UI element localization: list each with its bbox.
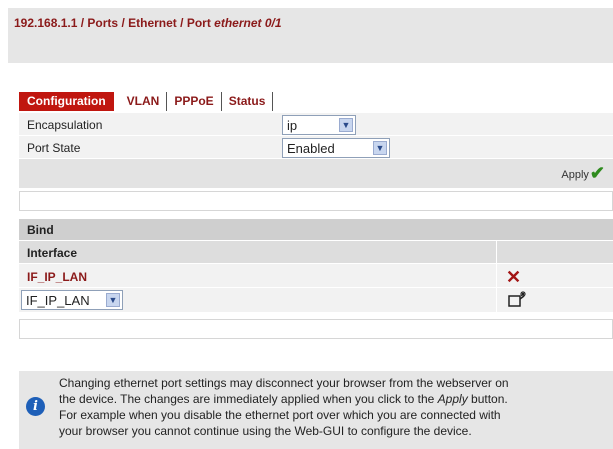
port-state-row: Port State Enabled ▼: [19, 136, 613, 159]
encapsulation-row: Encapsulation ip ▼: [19, 113, 613, 136]
table-row: IF_IP_LAN ✕: [19, 264, 613, 288]
apply-row: Apply ✔: [19, 159, 613, 189]
tab-bar: Configuration VLAN PPPoE Status: [19, 92, 274, 111]
x-icon[interactable]: ✕: [506, 267, 521, 288]
port-state-label: Port State: [27, 141, 81, 155]
breadcrumb: 192.168.1.1 / Ports / Ethernet / Port et…: [14, 16, 282, 30]
bind-interface-value[interactable]: IF_IP_LAN: [27, 270, 87, 284]
check-icon: ✔: [589, 163, 605, 183]
port-state-select[interactable]: Enabled ▼: [282, 138, 390, 158]
tab-vlan[interactable]: VLAN: [120, 92, 168, 111]
bind-title: Bind: [27, 223, 54, 237]
chevron-down-icon: ▼: [373, 141, 387, 155]
encapsulation-label: Encapsulation: [27, 118, 103, 132]
config-panel: Encapsulation ip ▼ Port State Enabled ▼ …: [19, 113, 613, 339]
interface-header-row: Interface: [19, 241, 613, 264]
info-icon: i: [26, 397, 45, 416]
breadcrumb-ports[interactable]: Ports: [87, 16, 118, 30]
interface-column-header: Interface: [27, 246, 78, 260]
breadcrumb-port-name: ethernet 0/1: [214, 16, 282, 30]
tab-status[interactable]: Status: [222, 92, 274, 111]
spacer-row-bottom: [19, 319, 613, 339]
bind-section-header: Bind: [19, 219, 613, 241]
info-text: Changing ethernet port settings may disc…: [59, 376, 509, 438]
add-entry-icon[interactable]: [507, 290, 529, 308]
interface-select[interactable]: IF_IP_LAN ▼: [21, 290, 123, 310]
breadcrumb-host[interactable]: 192.168.1.1: [14, 16, 77, 30]
tab-configuration[interactable]: Configuration: [19, 92, 114, 111]
tab-pppoe[interactable]: PPPoE: [167, 92, 222, 111]
encapsulation-select[interactable]: ip ▼: [282, 115, 356, 135]
spacer-row: [19, 191, 613, 211]
breadcrumb-port-prefix: Port: [186, 16, 215, 30]
info-box: i Changing ethernet port settings may di…: [19, 371, 613, 449]
breadcrumb-ethernet[interactable]: Ethernet: [128, 16, 177, 30]
chevron-down-icon: ▼: [339, 118, 353, 132]
apply-button[interactable]: Apply ✔: [561, 163, 605, 183]
chevron-down-icon: ▼: [106, 293, 120, 307]
add-binding-row: IF_IP_LAN ▼: [19, 288, 613, 313]
